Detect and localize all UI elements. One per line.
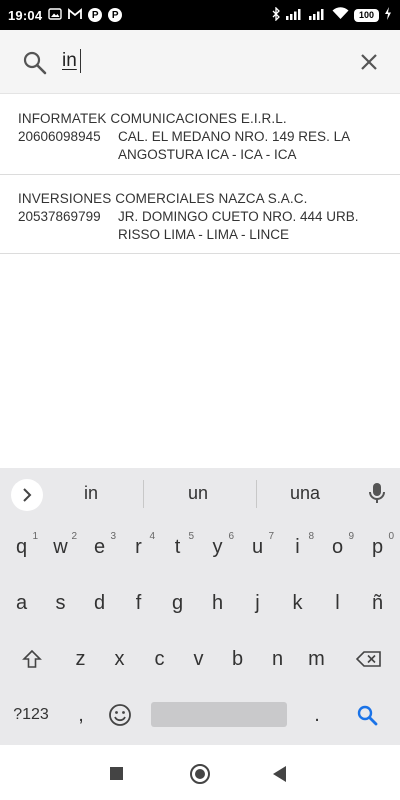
charging-icon <box>384 7 392 23</box>
search-action-key[interactable] <box>350 698 384 732</box>
symbols-key[interactable]: ?123 <box>6 698 56 732</box>
key-hint: 3 <box>110 531 116 542</box>
text-cursor <box>80 49 81 73</box>
key-letter: w <box>53 535 68 558</box>
signal-icon <box>309 8 327 23</box>
p-app-icon: P <box>88 8 103 22</box>
key-letter: o <box>331 535 344 558</box>
suggestion[interactable]: un <box>143 483 253 504</box>
company-name: INVERSIONES COMERCIALES NAZCA S.A.C. <box>18 191 308 206</box>
key-x[interactable]: x <box>100 642 139 676</box>
search-input[interactable]: in <box>62 50 77 72</box>
key-i[interactable]: i8 <box>278 530 317 564</box>
list-item[interactable]: INVERSIONES COMERCIALES NAZCA S.A.C. 205… <box>0 175 400 254</box>
key-hint: 8 <box>308 531 314 542</box>
key-y[interactable]: y6 <box>198 530 237 564</box>
key-n-tilde[interactable]: ñ <box>358 586 397 620</box>
status-time: 19:04 <box>8 7 43 23</box>
search-icon[interactable] <box>22 50 48 76</box>
status-bar: 19:04 P P 100 <box>0 0 400 30</box>
battery-icon: 100 <box>354 8 379 22</box>
company-address: CAL. EL MEDANO NRO. 149 RES. LA <box>118 129 351 144</box>
search-icon <box>357 705 378 726</box>
suggestion[interactable]: in <box>36 483 146 504</box>
key-v[interactable]: v <box>179 642 218 676</box>
key-hint: 0 <box>388 531 394 542</box>
emoji-key[interactable] <box>103 698 137 732</box>
key-n[interactable]: n <box>258 642 297 676</box>
key-letter: q <box>15 535 28 558</box>
key-letter: t <box>174 535 181 558</box>
key-k[interactable]: k <box>278 586 317 620</box>
key-hint: 4 <box>149 531 155 542</box>
key-p[interactable]: p0 <box>358 530 397 564</box>
key-letter: p <box>371 535 384 558</box>
key-hint: 1 <box>32 531 38 542</box>
key-z[interactable]: z <box>61 642 100 676</box>
key-letter: e <box>93 535 106 558</box>
emoji-icon <box>109 704 131 726</box>
search-bar: in <box>0 30 400 94</box>
key-l[interactable]: l <box>318 586 357 620</box>
key-o[interactable]: o9 <box>318 530 357 564</box>
key-f[interactable]: f <box>119 586 158 620</box>
key-r[interactable]: r4 <box>119 530 158 564</box>
microphone-icon[interactable] <box>367 481 387 507</box>
gmail-icon <box>68 7 83 23</box>
key-t[interactable]: t5 <box>158 530 197 564</box>
key-g[interactable]: g <box>158 586 197 620</box>
space-key[interactable] <box>151 702 287 727</box>
shift-icon <box>21 649 42 668</box>
key-j[interactable]: j <box>238 586 277 620</box>
close-icon[interactable] <box>356 49 382 75</box>
key-b[interactable]: b <box>218 642 257 676</box>
key-c[interactable]: c <box>140 642 179 676</box>
backspace-key[interactable] <box>349 642 388 676</box>
key-hint: 2 <box>71 531 77 542</box>
photo-icon <box>48 7 62 23</box>
key-letter: i <box>295 535 300 558</box>
list-item[interactable]: INFORMATEK COMUNICACIONES E.I.R.L. 20606… <box>0 95 400 175</box>
comma-key[interactable]: , <box>64 698 98 732</box>
key-hint: 6 <box>228 531 234 542</box>
key-letter: u <box>251 535 264 558</box>
key-m[interactable]: m <box>297 642 336 676</box>
company-address: ANGOSTURA ICA - ICA - ICA <box>118 147 297 162</box>
key-s[interactable]: s <box>41 586 80 620</box>
key-u[interactable]: u7 <box>238 530 277 564</box>
company-address: RISSO LIMA - LIMA - LINCE <box>118 227 290 242</box>
key-w[interactable]: w2 <box>41 530 80 564</box>
navigation-bar <box>0 745 400 800</box>
back-icon[interactable] <box>273 766 286 782</box>
key-letter: r <box>135 535 142 558</box>
key-a[interactable]: a <box>2 586 41 620</box>
key-letter: y <box>212 535 223 558</box>
p-app-icon: P <box>108 8 123 22</box>
backspace-icon <box>355 651 381 667</box>
key-h[interactable]: h <box>198 586 237 620</box>
shift-key[interactable] <box>12 642 51 676</box>
company-address: JR. DOMINGO CUETO NRO. 444 URB. <box>118 209 359 224</box>
key-hint: 9 <box>348 531 354 542</box>
suggestion-strip: in un una <box>0 468 400 520</box>
company-name: INFORMATEK COMUNICACIONES E.I.R.L. <box>18 111 287 126</box>
results-list: INFORMATEK COMUNICACIONES E.I.R.L. 20606… <box>0 95 400 254</box>
key-d[interactable]: d <box>80 586 119 620</box>
key-hint: 5 <box>188 531 194 542</box>
signal-icon <box>286 8 304 23</box>
recents-icon[interactable] <box>110 767 123 780</box>
key-q[interactable]: q1 <box>2 530 41 564</box>
company-ruc: 20537869799 <box>18 209 101 224</box>
key-e[interactable]: e3 <box>80 530 119 564</box>
bluetooth-icon <box>272 5 281 24</box>
home-icon[interactable] <box>190 764 210 784</box>
wifi-icon <box>332 7 349 23</box>
company-ruc: 20606098945 <box>18 129 101 144</box>
key-hint: 7 <box>268 531 274 542</box>
keyboard: in un una q1 w2 e3 r4 t5 y6 u7 i8 o9 p0 … <box>0 468 400 745</box>
period-key[interactable]: . <box>300 698 334 732</box>
suggestion[interactable]: una <box>250 483 360 504</box>
